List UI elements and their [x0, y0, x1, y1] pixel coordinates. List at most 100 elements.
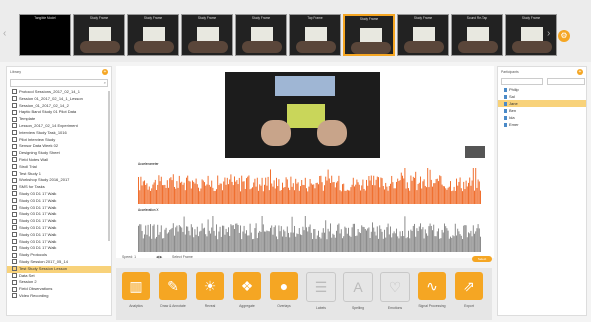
signal-bar [165, 227, 167, 252]
filmstrip-thumb[interactable]: Sound Re-Tap [451, 14, 503, 56]
library-item[interactable]: Video Recording [7, 293, 111, 300]
signal-bar [265, 177, 267, 204]
participant-item[interactable]: Philip [498, 86, 586, 93]
library-item[interactable]: Lesson_2017_02_14 Experiment [7, 123, 111, 130]
library-item[interactable]: Study 03 D1 17 Walk [7, 191, 111, 198]
participant-item[interactable]: Emer [498, 121, 586, 128]
filmstrip-thumb[interactable]: Study Frame [181, 14, 233, 56]
library-item[interactable]: Session 2 [7, 279, 111, 286]
library-scrollbar[interactable] [108, 91, 110, 241]
speed-select[interactable]: Speed: 1 [122, 255, 136, 259]
filmstrip-thumb[interactable]: Study Frame [73, 14, 125, 56]
library-item[interactable]: Template [7, 116, 111, 123]
signal-bar [385, 182, 387, 204]
settings-icon[interactable]: ⚙ [558, 30, 570, 42]
signal-bar [399, 180, 401, 204]
library-item[interactable]: Stroll Trial [7, 164, 111, 171]
signal-bar [283, 229, 285, 252]
filmstrip-thumb[interactable]: Study Frame [397, 14, 449, 56]
chevron-right-icon[interactable]: › [547, 28, 550, 39]
signal-bar [255, 186, 257, 204]
library-item[interactable]: Study 03 D1 17 Walk [7, 245, 111, 252]
library-item[interactable]: Interview Study Task_1016 [7, 130, 111, 137]
signal-bar [259, 230, 261, 252]
reveal-action[interactable]: ☀ Reveal [194, 272, 226, 308]
filmstrip-thumb[interactable]: Tangible Model [19, 14, 71, 56]
library-item[interactable]: Haptic Band Study 01 Pilot Data [7, 109, 111, 116]
signal-bar [202, 180, 204, 204]
export-action[interactable]: ⇗ Export [453, 272, 485, 308]
library-item-label: Video Recording [19, 292, 49, 298]
filmstrip-thumb[interactable]: Tap Frame [289, 14, 341, 56]
signal-bar [267, 231, 269, 252]
signal-bar [228, 227, 229, 252]
library-item[interactable]: Study Session 2017_05_14 [7, 259, 111, 266]
participant-item[interactable]: Ben [498, 107, 586, 114]
library-item[interactable]: Field Notes Wall [7, 157, 111, 164]
signal-bar [393, 231, 395, 252]
signal-bar [342, 238, 343, 252]
video-player[interactable] [225, 72, 380, 158]
signal-bar [350, 236, 352, 252]
library-item[interactable]: Test Study Session Lesson [7, 265, 111, 273]
signal-bar [206, 184, 208, 204]
signal-bar [414, 177, 415, 204]
library-item[interactable]: Session 01_2017_02_14_1_Lesson [7, 96, 111, 103]
library-item[interactable]: Study 03 D1 17 Walk [7, 232, 111, 239]
add-icon[interactable]: + [102, 69, 108, 75]
signal-bar [456, 235, 457, 252]
library-item[interactable]: Pilot Interview Study [7, 137, 111, 144]
library-search-input[interactable]: ⌕ [10, 79, 108, 87]
add-participant-icon[interactable]: + [577, 69, 583, 75]
signal-bar [406, 182, 408, 204]
library-item[interactable]: Field Observations [7, 286, 111, 293]
emotions-action[interactable]: ♡ Emotions [379, 272, 411, 310]
signal-bar [164, 229, 166, 252]
signal-bar [370, 175, 372, 204]
signal-bar [409, 190, 411, 204]
frame-select[interactable]: Select Frame [172, 255, 193, 259]
spelling-action[interactable]: A Spelling [342, 272, 374, 310]
file-icon [12, 232, 17, 238]
play-icon[interactable]: ◀ ▶ [156, 255, 162, 259]
library-item[interactable]: Study 03 D1 17 Walk [7, 225, 111, 232]
library-item[interactable]: Study 03 D1 17 Walk [7, 211, 111, 218]
analytics-action[interactable]: ▥ Analytics [120, 272, 152, 308]
draw-annotate-action[interactable]: ✎ Draw & Annotate [157, 272, 189, 308]
signal-processing-action[interactable]: ∿ Signal Processing [416, 272, 448, 308]
library-item[interactable]: Test Study 1 [7, 171, 111, 178]
library-item[interactable]: Workshop Study 2016_2017 [7, 177, 111, 184]
library-item[interactable]: Study 03 D1 17 Walk [7, 198, 111, 205]
library-item[interactable]: Designing Study Sheet [7, 150, 111, 157]
signal-bar [294, 190, 295, 204]
select-button[interactable]: Select [472, 256, 492, 262]
search-filter[interactable] [547, 78, 585, 85]
signal-bar [298, 228, 300, 252]
filmstrip-thumb[interactable]: Study Frame [127, 14, 179, 56]
library-item[interactable]: Study Protocols [7, 252, 111, 259]
participant-item[interactable]: Jane [498, 100, 586, 107]
aggregate-action[interactable]: ❖ Aggregate [231, 272, 263, 308]
library-item[interactable]: Data Set [7, 273, 111, 280]
library-item-label: Pilot Interview Study [19, 136, 56, 142]
overlays-action[interactable]: ● Overlays [268, 272, 300, 308]
filmstrip-thumb[interactable]: Study Frame [235, 14, 287, 56]
signal-bar [248, 235, 250, 252]
library-item[interactable]: Study 03 D1 17 Walk [7, 239, 111, 246]
library-item[interactable]: Sensor Data Week 02 [7, 143, 111, 150]
labels-action[interactable]: ☰ Labels [305, 272, 337, 310]
participant-item[interactable]: Sal [498, 93, 586, 100]
library-item[interactable]: Protocol Sessions_2017_02_14_1 [7, 89, 111, 96]
signal-bar [300, 186, 301, 204]
library-item[interactable]: Session_01_2017_02_14_2 [7, 103, 111, 110]
filmstrip-thumb[interactable]: Study Frame [343, 14, 395, 56]
chevron-left-icon[interactable]: ‹ [3, 28, 6, 39]
participant-item[interactable]: Ida [498, 114, 586, 121]
participant-name: Emer [509, 122, 519, 127]
signal-bar [302, 184, 304, 204]
library-item[interactable]: Study 03 D1 17 Walk [7, 218, 111, 225]
group-filter[interactable] [501, 78, 543, 85]
video-thumbnail-preview[interactable] [465, 146, 485, 158]
library-item[interactable]: Study 03 D1 17 Walk [7, 205, 111, 212]
library-item[interactable]: SMS for Tasks [7, 184, 111, 191]
